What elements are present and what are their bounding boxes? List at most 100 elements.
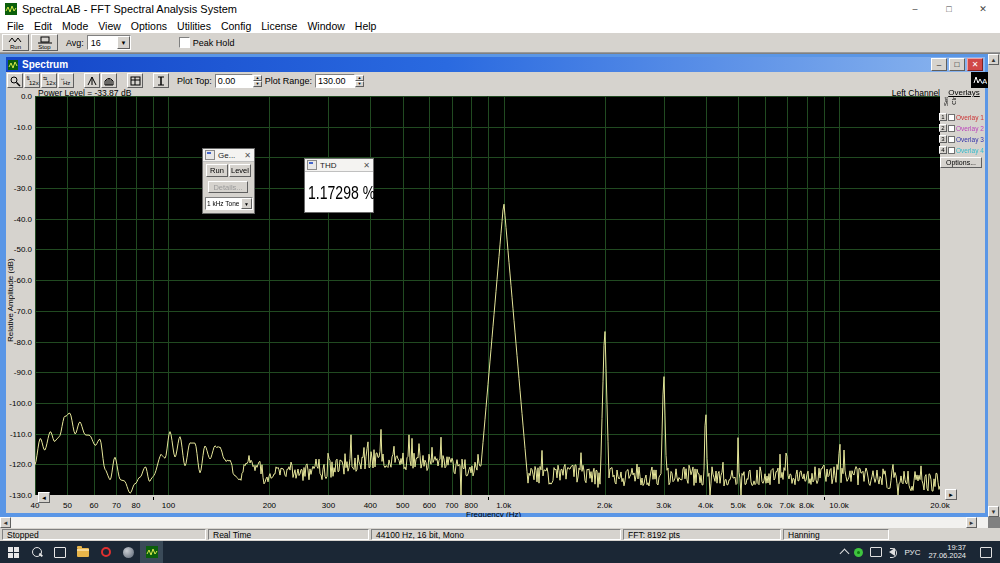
bar-display-button[interactable] (101, 73, 117, 88)
overlay-options-button[interactable]: Options... (940, 157, 982, 168)
close-button[interactable]: ✕ (966, 0, 1000, 18)
svg-text:Hz: Hz (63, 80, 70, 86)
taskbar-utility-button[interactable] (117, 541, 140, 563)
tray-antivirus-icon[interactable] (854, 548, 863, 557)
taskbar-search-button[interactable] (25, 541, 48, 563)
tray-volume-icon[interactable] (889, 548, 895, 556)
run-button[interactable]: Run (2, 34, 29, 51)
spectrum-plot[interactable] (35, 96, 940, 495)
menu-edit[interactable]: Edit (29, 20, 57, 32)
generator-signal-dropdown[interactable]: ▼ (241, 198, 252, 209)
scroll-left-arrow[interactable]: ◄ (0, 517, 11, 528)
y-tick-label: -100.0 (1, 399, 32, 408)
fft-properties-button[interactable]: A (971, 72, 989, 88)
compress-x2-button[interactable]: ⇆12x (41, 73, 57, 88)
horizontal-scrollbar[interactable]: ◄ ► (0, 517, 988, 528)
utility-icon (123, 547, 134, 558)
y-tick-label: -30.0 (1, 184, 32, 193)
expand-x2-button[interactable]: ⇅12x (24, 73, 40, 88)
taskbar-task-view-button[interactable] (48, 541, 71, 563)
plot-top-input[interactable]: 0.00 (215, 74, 253, 88)
search-icon (32, 547, 42, 557)
generator-details-button[interactable]: Details... (208, 181, 248, 193)
spectrum-close-button[interactable]: ✕ (967, 58, 983, 71)
zoom-tool-button[interactable] (7, 73, 23, 88)
x-tick-label: 700 (445, 501, 458, 510)
overlay-4-checkbox[interactable] (948, 147, 955, 154)
thd-close-icon[interactable]: ✕ (363, 161, 370, 170)
scroll-right-arrow[interactable]: ► (966, 517, 977, 528)
generator-signal-combobox[interactable]: 1 kHz Tone ▼ (205, 197, 253, 210)
menu-license[interactable]: License (256, 20, 302, 32)
generator-close-icon[interactable]: ✕ (244, 151, 251, 160)
taskbar-opera-button[interactable] (94, 541, 117, 563)
thd-titlebar[interactable]: THD ✕ (305, 159, 373, 172)
spectrum-maximize-button[interactable]: □ (949, 58, 965, 71)
overlay-1-checkbox[interactable] (948, 114, 955, 121)
x-tick-mark (824, 497, 825, 500)
minimize-button[interactable]: – (898, 0, 932, 18)
overlay-4-button[interactable]: 4 (939, 146, 947, 154)
overlay-2-button[interactable]: 2 (939, 124, 947, 132)
menu-file[interactable]: File (2, 20, 29, 32)
generator-titlebar[interactable]: Ge... ✕ (203, 149, 254, 162)
generator-run-button[interactable]: Run (206, 164, 228, 177)
overlay-3-checkbox[interactable] (948, 136, 955, 143)
plot-range-input[interactable]: 130.00 (315, 74, 355, 88)
avg-dropdown-arrow[interactable]: ▼ (117, 36, 130, 49)
x-tick-label: 80 (131, 501, 140, 510)
taskbar-file-explorer-button[interactable] (71, 541, 94, 563)
y-tick-label: -110.0 (1, 430, 32, 439)
tray-expand-icon[interactable] (840, 548, 850, 558)
stop-button[interactable]: Stop (31, 34, 58, 51)
menu-window[interactable]: Window (302, 20, 349, 32)
start-icon (8, 547, 19, 558)
marker-tool-button[interactable] (153, 73, 169, 88)
x-tick-label: 50 (63, 501, 72, 510)
taskbar-spectralab-button[interactable] (140, 541, 163, 563)
menu-config[interactable]: Config (216, 20, 256, 32)
overlay-3-button[interactable]: 3 (939, 135, 947, 143)
menu-view[interactable]: View (93, 20, 126, 32)
x-tick-label: 300 (322, 501, 335, 510)
overlays-title: Overlays (939, 88, 989, 97)
scroll-up-arrow[interactable]: ▲ (988, 54, 999, 65)
taskbar-start-button[interactable] (2, 541, 25, 563)
menu-help[interactable]: Help (350, 20, 382, 32)
menu-options[interactable]: Options (126, 20, 172, 32)
vertical-scrollbar[interactable]: ▲ ▼ (988, 54, 1000, 517)
tray-network-icon[interactable] (870, 547, 882, 557)
maximize-button[interactable]: □ (932, 0, 966, 18)
peak-display-button[interactable] (84, 73, 100, 88)
overlay-row: 2Overlay 2 (939, 123, 989, 133)
generator-window-icon (205, 150, 215, 160)
peak-hold-checkbox[interactable] (179, 37, 190, 48)
plot-top-spinner[interactable]: ▲▼ (253, 75, 262, 87)
scale-set-button[interactable]: ↔Hz (58, 73, 74, 88)
tray-notification-icon[interactable] (980, 547, 992, 558)
thd-dialog: THD ✕ 1.17298 % (304, 158, 374, 213)
menu-mode[interactable]: Mode (57, 20, 93, 32)
avg-combobox[interactable]: 16 ▼ (87, 35, 131, 50)
scroll-down-arrow[interactable]: ▼ (988, 506, 999, 517)
system-tray: РУС 19:37 27.06.2024 (841, 541, 1000, 563)
overlay-2-checkbox[interactable] (948, 125, 955, 132)
y-tick-label: -130.0 (1, 491, 32, 500)
svg-text:12x: 12x (46, 80, 56, 86)
status-cell: 44100 Hz, 16 bit, Mono (371, 529, 621, 540)
pan-right-button[interactable]: ► (945, 489, 957, 500)
overlay-1-button[interactable]: 1 (939, 113, 947, 121)
tray-clock[interactable]: 19:37 27.06.2024 (928, 544, 966, 560)
spectrum-titlebar[interactable]: Spectrum – □ ✕ (6, 57, 985, 72)
pan-left-button[interactable]: ◄ (38, 492, 50, 503)
plot-range-spinner[interactable]: ▲▼ (355, 75, 364, 87)
spectrum-minimize-button[interactable]: – (931, 58, 947, 71)
y-tick-label: -40.0 (1, 215, 32, 224)
plot-top-label: Plot Top: (177, 76, 212, 86)
avg-label: Avg: (66, 38, 84, 48)
menu-utilities[interactable]: Utilities (172, 20, 216, 32)
generator-level-button[interactable]: Level (229, 164, 251, 177)
tray-language[interactable]: РУС (904, 548, 920, 557)
data-table-button[interactable] (127, 73, 143, 88)
svg-text:A: A (982, 77, 987, 86)
